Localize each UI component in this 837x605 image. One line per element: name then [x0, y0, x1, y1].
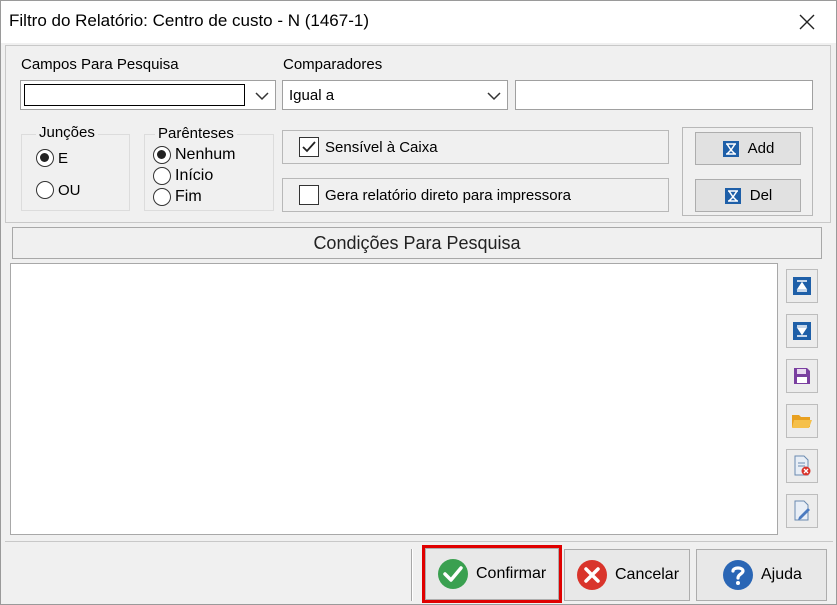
comparadores-dropdown[interactable]: Igual a: [282, 80, 508, 110]
open-folder-icon: [792, 415, 812, 428]
campos-label: Campos Para Pesquisa: [21, 56, 179, 73]
footer-separator: [411, 549, 413, 601]
radio-indicator: [153, 167, 171, 185]
radio-selected-indicator: [153, 146, 171, 164]
move-down-icon: [793, 322, 811, 340]
conditions-header: Condições Para Pesquisa: [12, 227, 822, 259]
add-button[interactable]: Add: [695, 132, 801, 165]
parentese-nenhum-radio[interactable]: Nenhum: [153, 146, 235, 164]
move-up-button[interactable]: [786, 269, 818, 303]
delete-file-icon: [794, 455, 811, 476]
juncoes-group: [21, 134, 130, 211]
campos-field[interactable]: [24, 84, 245, 106]
del-button[interactable]: Del: [695, 179, 801, 212]
window-title: Filtro do Relatório: Centro de custo - N…: [9, 11, 369, 30]
juncao-ou-radio[interactable]: OU: [36, 181, 81, 199]
comparador-value: Igual a: [289, 87, 335, 104]
save-icon: [794, 368, 810, 384]
parentese-inicio-radio[interactable]: Início: [153, 167, 213, 185]
open-folder-button[interactable]: [786, 404, 818, 438]
edit-file-icon: [794, 500, 810, 521]
cancel-x-icon: [577, 560, 607, 590]
juncoes-caption: Junções: [36, 124, 98, 141]
move-up-icon: [793, 277, 811, 295]
delete-condition-icon: [724, 187, 741, 204]
campos-dropdown[interactable]: [20, 80, 276, 110]
help-question-icon: [723, 560, 753, 590]
move-down-button[interactable]: [786, 314, 818, 348]
checkmark-icon: [302, 141, 316, 153]
case-sensitive-checkbox[interactable]: Sensível à Caixa: [282, 130, 669, 164]
radio-indicator: [36, 181, 54, 199]
filter-dialog: Filtro do Relatório: Centro de custo - N…: [0, 0, 837, 605]
comparadores-label: Comparadores: [283, 56, 383, 73]
chevron-down-icon: [487, 92, 501, 101]
help-button[interactable]: Ajuda: [696, 549, 827, 601]
delete-file-button[interactable]: [786, 449, 818, 483]
save-button[interactable]: [786, 359, 818, 393]
chevron-down-icon: [255, 92, 269, 101]
checkbox-indicator: [299, 185, 319, 205]
parentese-fim-radio[interactable]: Fim: [153, 188, 202, 206]
title-bar: Filtro do Relatório: Centro de custo - N…: [1, 1, 836, 43]
parenteses-caption: Parênteses: [155, 125, 237, 142]
valor-input[interactable]: [515, 80, 813, 110]
radio-indicator: [153, 188, 171, 206]
close-button[interactable]: [794, 9, 820, 35]
confirm-button[interactable]: Confirmar: [422, 545, 562, 603]
radio-selected-indicator: [36, 149, 54, 167]
checkbox-checked-indicator: [299, 137, 319, 157]
cancel-button[interactable]: Cancelar: [564, 549, 690, 601]
confirm-check-icon: [438, 559, 468, 589]
direct-print-checkbox[interactable]: Gera relatório direto para impressora: [282, 178, 669, 212]
juncao-e-radio[interactable]: E: [36, 149, 68, 167]
conditions-list[interactable]: [10, 263, 778, 535]
close-icon: [799, 14, 815, 30]
edit-file-button[interactable]: [786, 494, 818, 528]
add-condition-icon: [722, 140, 739, 157]
